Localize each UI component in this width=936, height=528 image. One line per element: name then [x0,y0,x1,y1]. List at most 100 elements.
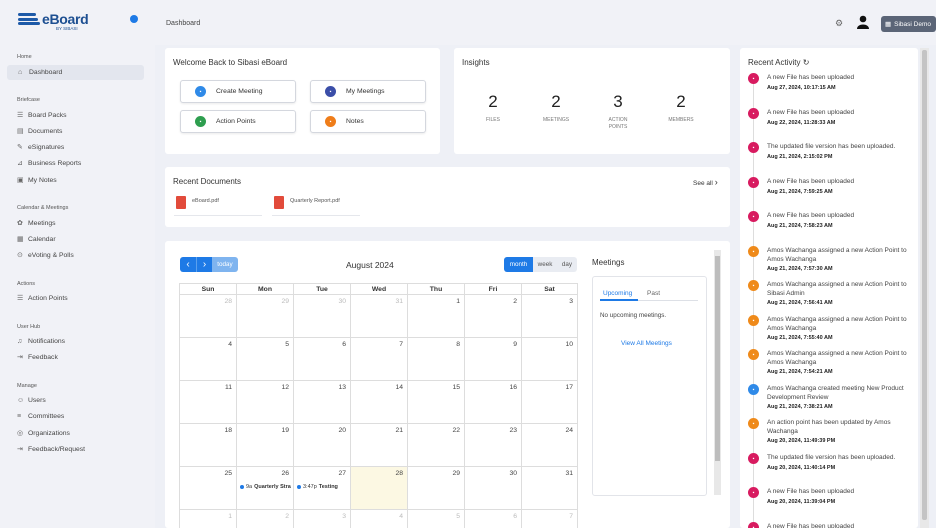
day-number[interactable]: 22 [452,427,460,434]
sidebar-item-feedback-request[interactable]: ⇥ Feedback/Request [17,443,85,455]
sidebar-item-meetings[interactable]: ✿ Meetings [17,217,56,229]
calendar-day-cell[interactable]: 29 [407,467,464,509]
prev-month-chevron-left-icon[interactable]: ‹ [180,257,196,272]
quick-action-my-meetings-button[interactable]: ▪ My Meetings [310,80,426,103]
sidebar-item-board-packs[interactable]: ☰ Board Packs [17,109,67,121]
calendar-day-cell[interactable]: 28 [179,295,236,337]
calendar-day-cell[interactable]: 2 [236,510,293,528]
day-number[interactable]: 7 [569,513,573,520]
day-number[interactable]: 15 [452,384,460,391]
day-number[interactable]: 30 [338,298,346,305]
user-profile-icon[interactable] [857,15,869,29]
day-number[interactable]: 6 [513,513,517,520]
sidebar-item-documents[interactable]: ▤ Documents [17,125,62,137]
meetings-scrollbar[interactable] [714,250,721,495]
day-number[interactable]: 25 [224,470,232,477]
refresh-icon[interactable]: ↻ [803,58,810,67]
settings-gear-icon[interactable]: ⚙ [835,18,843,29]
day-number[interactable]: 12 [281,384,289,391]
day-number[interactable]: 28 [224,298,232,305]
day-number[interactable]: 4 [399,513,403,520]
sidebar-item-dashboard[interactable]: ⌂ Dashboard [7,65,144,80]
calendar-day-cell[interactable]: 3 [293,510,350,528]
day-number[interactable]: 31 [565,470,573,477]
document-item[interactable]: Quarterly Report.pdf [274,196,340,209]
sidebar-item-notifications[interactable]: ♫ Notifications [17,335,65,347]
calendar-day-cell[interactable]: 14 [350,381,407,423]
day-number[interactable]: 3 [569,298,573,305]
calendar-day-cell[interactable]: 19 [236,424,293,466]
calendar-day-cell[interactable]: 31 [350,295,407,337]
day-number[interactable]: 19 [281,427,289,434]
day-number[interactable]: 5 [456,513,460,520]
day-number[interactable]: 28 [395,470,403,477]
day-number[interactable]: 3 [342,513,346,520]
calendar-day-cell[interactable]: 22 [407,424,464,466]
day-number[interactable]: 18 [224,427,232,434]
calendar-day-cell[interactable]: 15 [407,381,464,423]
sidebar-item-esignatures[interactable]: ✎ eSignatures [17,141,64,153]
sidebar-item-feedback[interactable]: ⇥ Feedback [17,351,58,363]
calendar-day-cell[interactable]: 23 [464,424,521,466]
calendar-day-cell[interactable]: 11 [179,381,236,423]
day-number[interactable]: 2 [285,513,289,520]
day-number[interactable]: 16 [509,384,517,391]
day-number[interactable]: 20 [338,427,346,434]
day-number[interactable]: 26 [281,470,289,477]
day-number[interactable]: 2 [513,298,517,305]
day-number[interactable]: 21 [395,427,403,434]
calendar-day-cell[interactable]: 17 [521,381,578,423]
quick-action-action-points-button[interactable]: ▪ Action Points [180,110,296,133]
day-number[interactable]: 29 [281,298,289,305]
view-week-button[interactable]: week [533,257,557,272]
calendar-event[interactable]: 3:47p Testing [297,484,338,490]
next-month-chevron-right-icon[interactable]: › [196,257,212,272]
tab-past[interactable]: Past [647,290,660,297]
calendar-day-cell[interactable]: 3 [521,295,578,337]
day-number[interactable]: 23 [509,427,517,434]
day-number[interactable]: 7 [399,341,403,348]
user-menu-button[interactable]: ▦ Sibasi Demo [881,16,936,32]
eboard-logo[interactable]: eBoard BY SIBASI [18,11,98,33]
calendar-day-cell[interactable]: 30 [464,467,521,509]
day-number[interactable]: 31 [395,298,403,305]
day-number[interactable]: 11 [225,384,232,391]
calendar-day-cell[interactable]: 10 [521,338,578,380]
day-number[interactable]: 17 [565,384,573,391]
calendar-day-cell[interactable]: 1 [179,510,236,528]
day-number[interactable]: 9 [513,341,517,348]
calendar-day-cell[interactable]: 6 [293,338,350,380]
calendar-day-cell[interactable]: 29 [236,295,293,337]
tab-upcoming[interactable]: Upcoming [603,290,632,297]
sidebar-item-users[interactable]: ☺ Users [17,394,46,406]
page-scrollbar[interactable] [920,48,929,528]
calendar-day-cell[interactable]: 1 [407,295,464,337]
calendar-day-cell[interactable]: 7 [521,510,578,528]
sidebar-item-calendar[interactable]: ▦ Calendar [17,233,56,245]
calendar-day-cell[interactable]: 4 [179,338,236,380]
calendar-day-cell[interactable]: 9 [464,338,521,380]
day-number[interactable]: 14 [395,384,403,391]
day-number[interactable]: 10 [565,341,573,348]
calendar-day-cell[interactable]: 4 [350,510,407,528]
calendar-day-cell[interactable]: 27 3:47p Testing [293,467,350,509]
calendar-day-cell[interactable]: 8 [407,338,464,380]
calendar-day-cell[interactable]: 21 [350,424,407,466]
calendar-day-cell[interactable]: 18 [179,424,236,466]
calendar-day-cell[interactable]: 12 [236,381,293,423]
sidebar-item-committees[interactable]: ≡ Committees [17,410,64,422]
sidebar-item-organizations[interactable]: ◎ Organizations [17,427,70,439]
calendar-day-cell[interactable]: 28 [350,467,407,509]
sidebar-toggle-dot[interactable] [130,15,138,23]
calendar-day-cell[interactable]: 6 [464,510,521,528]
calendar-day-cell[interactable]: 5 [236,338,293,380]
day-number[interactable]: 8 [456,341,460,348]
calendar-day-cell[interactable]: 25 [179,467,236,509]
calendar-day-cell[interactable]: 2 [464,295,521,337]
day-number[interactable]: 4 [228,341,232,348]
calendar-day-cell[interactable]: 24 [521,424,578,466]
sidebar-item-my-notes[interactable]: ▣ My Notes [17,174,57,186]
day-number[interactable]: 1 [456,298,460,305]
day-number[interactable]: 13 [338,384,346,391]
calendar-day-cell[interactable]: 16 [464,381,521,423]
